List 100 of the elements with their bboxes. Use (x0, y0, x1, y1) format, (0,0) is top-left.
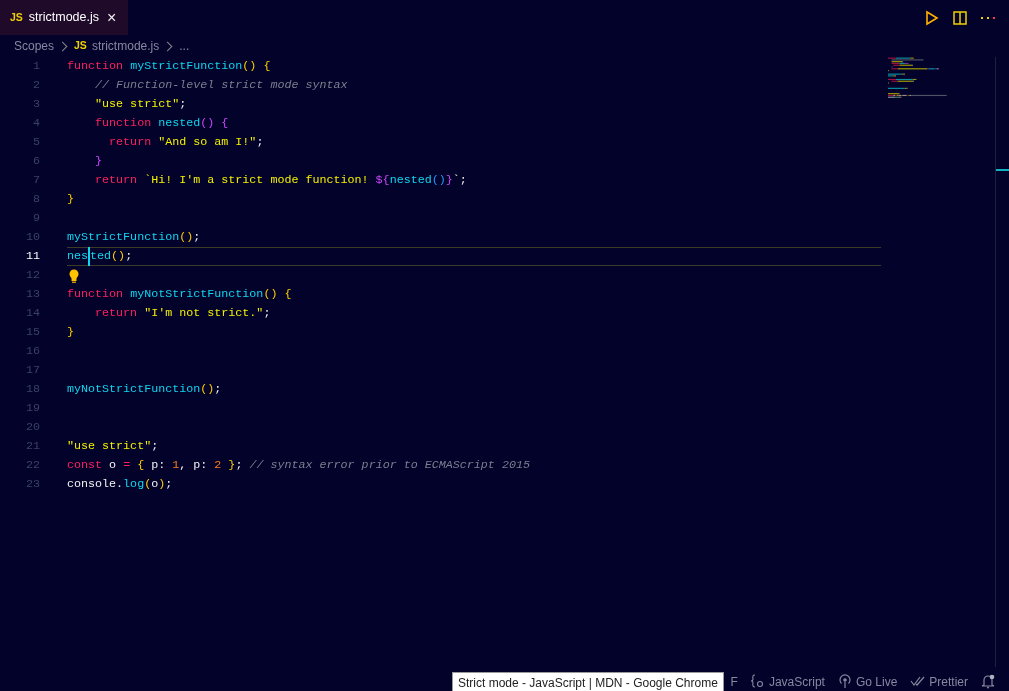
js-file-icon: JS (74, 38, 87, 54)
line-number: 6 (32, 152, 40, 170)
code-token: `Hi! I'm a strict mode function! (144, 172, 370, 189)
tab-label: strictmode.js (28, 9, 99, 27)
code-token: "I'm not strict." (144, 305, 264, 322)
code-token: } (94, 153, 103, 170)
line-number: 13 (24, 285, 40, 303)
code-token: `; (452, 172, 467, 189)
line-number: 15 (24, 323, 40, 341)
code-token: 2 (214, 457, 222, 474)
line-number: 14 (24, 304, 40, 322)
line-number: 16 (24, 342, 40, 360)
code-token: } (67, 191, 74, 208)
code-token: return (94, 172, 139, 189)
run-icon[interactable] (925, 9, 939, 26)
status-item[interactable]: F (730, 672, 738, 691)
js-file-icon: JS (10, 9, 23, 26)
code-token: } (67, 324, 74, 341)
code-token: const (67, 457, 104, 474)
lightbulb-icon[interactable] (68, 268, 80, 283)
line-number: 17 (24, 361, 40, 379)
code-token: "use strict" (67, 438, 152, 455)
code-token: console. (67, 476, 124, 493)
editor-tab[interactable]: JS strictmode.js × (0, 0, 129, 35)
line-number: 19 (24, 399, 40, 417)
status-item[interactable]: Go Live (855, 672, 898, 691)
line-number: 9 (32, 209, 40, 227)
notifications-icon[interactable] (981, 674, 995, 689)
code-token: ; (263, 305, 271, 322)
code-token: function (94, 115, 153, 132)
code-token: myNotStrictFunction (130, 286, 264, 303)
code-token: // syntax error prior to ECMAScript 2015 (249, 457, 530, 474)
line-number: 11 (24, 247, 40, 265)
status-item[interactable]: Prettier (929, 672, 968, 691)
code-token: () (200, 381, 215, 398)
code-token: ; (125, 248, 133, 265)
code-token: myStrictFunction (130, 58, 243, 75)
line-number: 1 (32, 57, 40, 75)
code-token: nested (389, 172, 432, 189)
broadcast-icon (837, 674, 852, 689)
code-token: 1 (172, 457, 180, 474)
code-token: return (108, 134, 153, 151)
code-token: = (123, 457, 132, 474)
code-token: myStrictFunction (67, 229, 180, 246)
more-icon[interactable] (981, 15, 995, 20)
code-token: ; (256, 134, 264, 151)
code-token: } (227, 457, 236, 474)
line-number: 22 (24, 456, 40, 474)
code-token: nes (67, 248, 89, 265)
line-number: 3 (32, 95, 40, 113)
line-number: 5 (32, 133, 40, 151)
code-token: ; (151, 438, 159, 455)
line-number: 21 (24, 437, 40, 455)
code-token: () (431, 172, 446, 189)
code-token: ; (193, 229, 201, 246)
breadcrumb-item[interactable]: ... (179, 37, 190, 55)
line-number: 18 (24, 380, 40, 398)
line-number: 20 (24, 418, 40, 436)
status-item[interactable]: JavaScript (768, 672, 825, 691)
code-token: () { (263, 286, 292, 303)
line-number: 7 (32, 171, 40, 189)
code-token: () (111, 248, 126, 265)
line-number: 23 (24, 475, 40, 493)
braces-icon (750, 674, 765, 689)
code-token: () { (242, 58, 271, 75)
code-token: ) (158, 476, 166, 493)
code-token: } (445, 172, 453, 189)
code-token: () (179, 229, 194, 246)
code-token: "And so am I!" (158, 134, 257, 151)
code-token: { (137, 457, 146, 474)
code-token: p: (151, 457, 167, 474)
code-token: function (67, 58, 125, 75)
code-token: ${ (375, 172, 390, 189)
breadcrumb-item[interactable]: Scopes (14, 37, 55, 55)
code-token: o (109, 457, 118, 474)
split-editor-icon[interactable] (953, 10, 967, 25)
line-number: 2 (32, 76, 40, 94)
tooltip: Strict mode - JavaScript | MDN - Google Chrome (452, 672, 724, 691)
code-token: function (67, 286, 125, 303)
code-token: o (151, 476, 159, 493)
code-token: ; (179, 96, 187, 113)
breadcrumb-item[interactable]: strictmode.js (91, 37, 160, 55)
line-number: 12 (24, 266, 40, 284)
code-token: ; (214, 381, 222, 398)
code-token: // Function-level strict mode syntax (94, 77, 348, 94)
code-token: return (94, 305, 139, 322)
code-token: () { (200, 115, 229, 132)
code-token: ; (165, 476, 173, 493)
close-button[interactable]: × (105, 9, 119, 26)
code-token: myNotStrictFunction (67, 381, 201, 398)
code-token: nested (158, 115, 201, 132)
code-token: log (123, 476, 145, 493)
code-token: , p: (179, 457, 209, 474)
code-token: ted (88, 247, 112, 266)
code-token: ( (144, 476, 152, 493)
code-token: ; (235, 457, 244, 474)
line-number: 4 (32, 114, 40, 132)
line-number: 10 (24, 228, 40, 246)
code-token: "use strict" (94, 96, 180, 113)
line-number: 8 (32, 190, 40, 208)
